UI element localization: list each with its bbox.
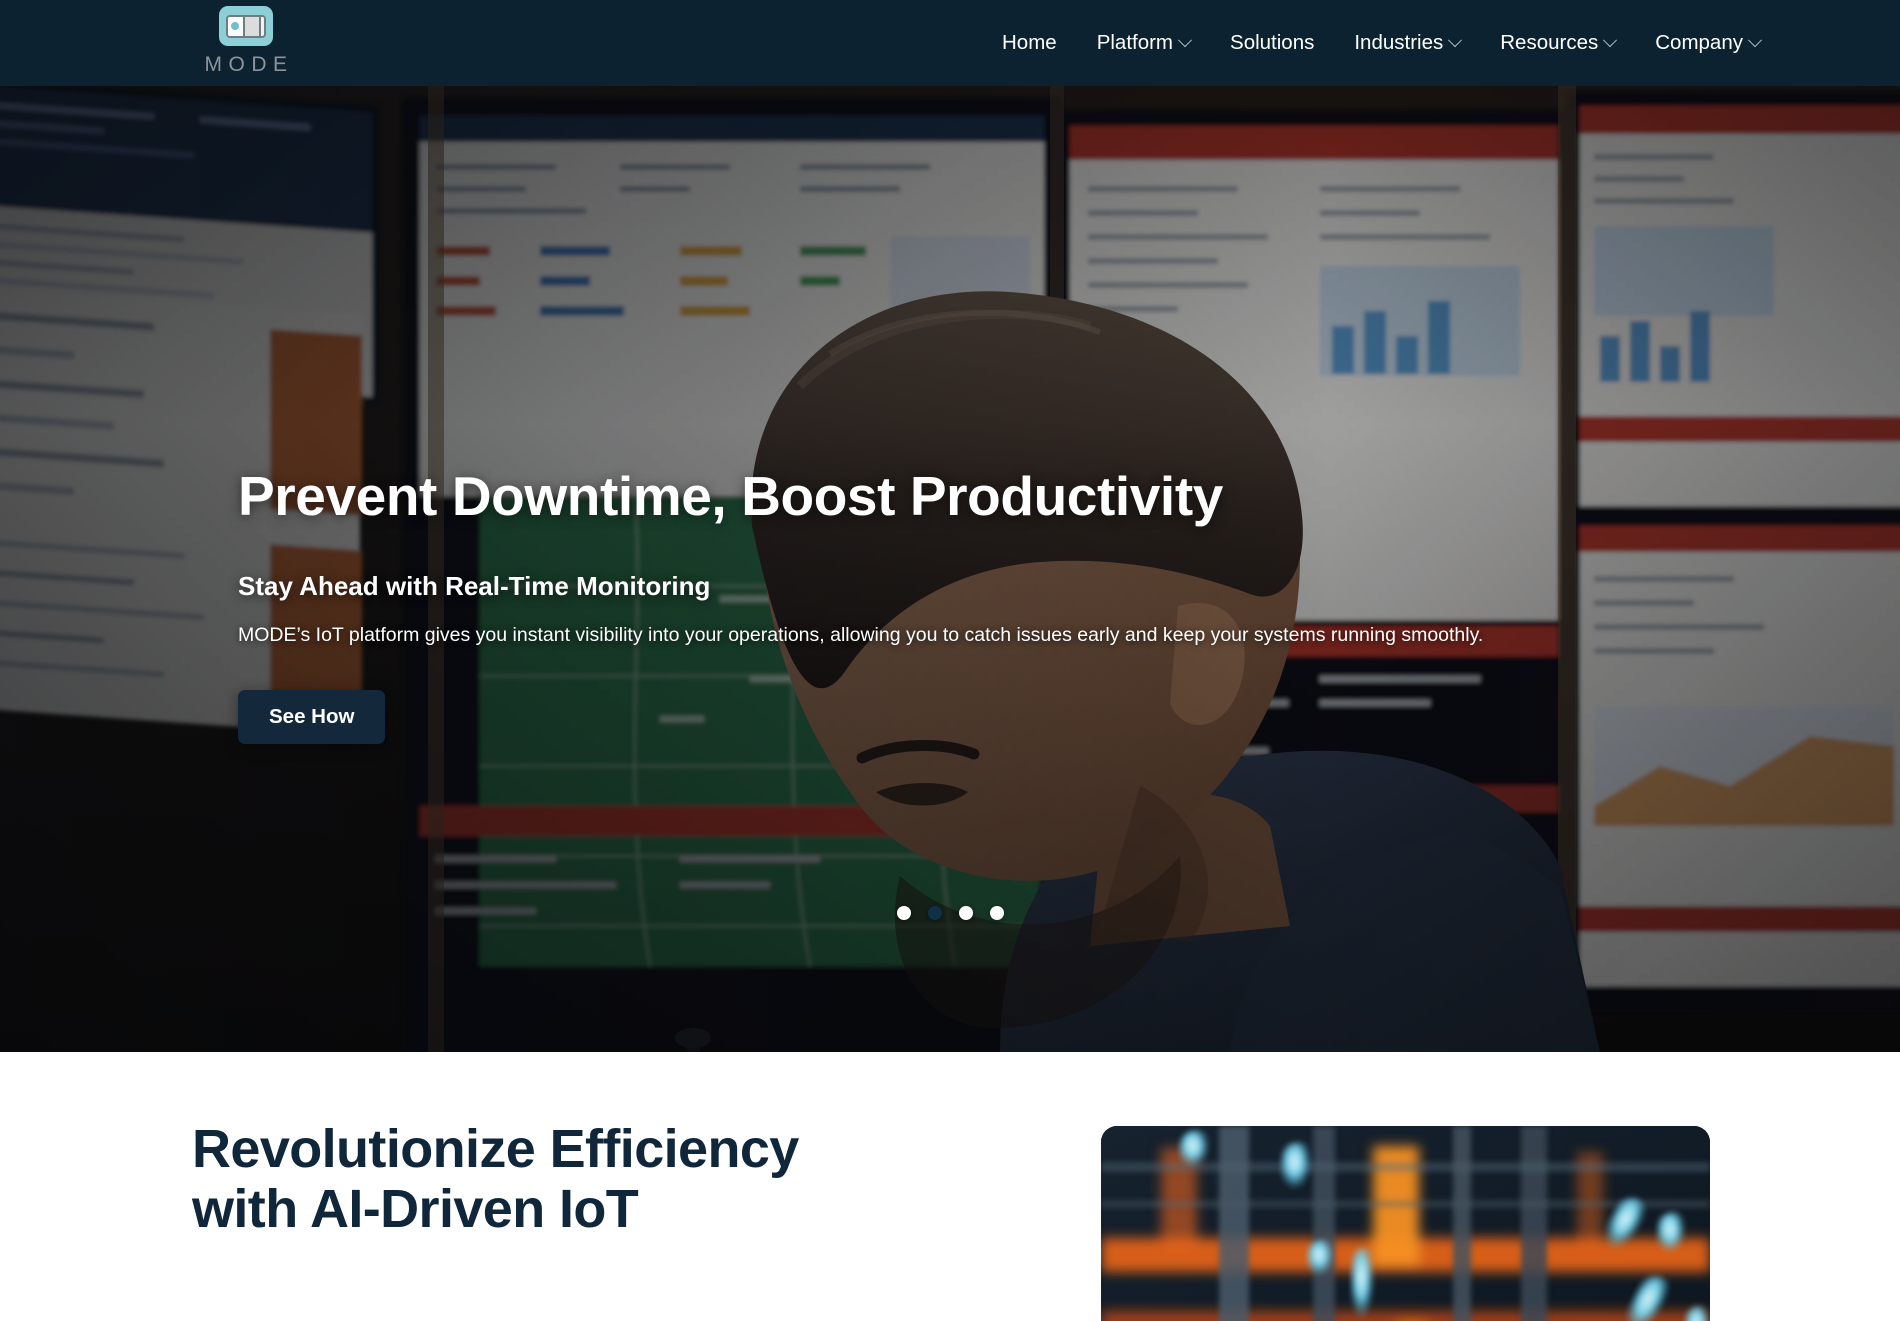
hero-body-text: MODE’s IoT platform gives you instant vi… <box>238 623 1484 646</box>
nav-item-home-label: Home <box>1002 31 1057 54</box>
nav-item-industries-label: Industries <box>1354 31 1444 54</box>
nav-item-solutions-label: Solutions <box>1230 31 1315 54</box>
nav-item-industries[interactable]: Industries <box>1334 21 1480 65</box>
brand-logo[interactable]: MODE <box>186 6 306 77</box>
efficiency-section: Revolutionize Efficiency with AI-Driven … <box>0 1052 1900 1321</box>
nav-item-home[interactable]: Home <box>982 21 1077 65</box>
nav-item-resources[interactable]: Resources <box>1480 21 1635 65</box>
hero-subtitle: Stay Ahead with Real-Time Monitoring <box>238 570 711 601</box>
hero-carousel: Prevent Downtime, Boost Productivity Sta… <box>0 86 1900 1052</box>
section-heading-line1: Revolutionize Efficiency <box>192 1119 799 1179</box>
hero-content: Prevent Downtime, Boost Productivity Sta… <box>238 465 1658 745</box>
nav-item-resources-label: Resources <box>1500 31 1599 54</box>
brand-name: MODE <box>204 53 294 76</box>
industrial-ai-illustration <box>1101 1126 1710 1321</box>
chevron-down-icon <box>1177 33 1193 48</box>
nav-item-platform-label: Platform <box>1096 31 1174 54</box>
chevron-down-icon <box>1448 33 1463 48</box>
carousel-dot-3[interactable] <box>958 906 973 920</box>
nav-item-platform[interactable]: Platform <box>1077 21 1210 65</box>
section-heading: Revolutionize Efficiency with AI-Driven … <box>192 1119 799 1240</box>
section-heading-line2: with AI-Driven IoT <box>192 1179 639 1240</box>
mode-toggle-icon <box>219 6 273 46</box>
nav-item-company[interactable]: Company <box>1635 21 1780 65</box>
section-image <box>1101 1126 1710 1321</box>
chevron-down-icon <box>1603 33 1618 48</box>
see-how-button[interactable]: See How <box>238 690 386 745</box>
nav-item-company-label: Company <box>1655 31 1743 54</box>
nav-item-solutions[interactable]: Solutions <box>1210 21 1334 65</box>
carousel-dot-1[interactable] <box>896 906 911 920</box>
hero-title: Prevent Downtime, Boost Productivity <box>238 465 1223 527</box>
primary-navigation: Home Platform Solutions Industries Resou… <box>982 0 1780 86</box>
carousel-dot-2[interactable] <box>927 906 942 920</box>
carousel-dots <box>0 906 1900 920</box>
carousel-dot-4[interactable] <box>989 906 1004 920</box>
site-header: MODE Home Platform Solutions Industries … <box>0 0 1900 86</box>
chevron-down-icon <box>1747 33 1763 48</box>
